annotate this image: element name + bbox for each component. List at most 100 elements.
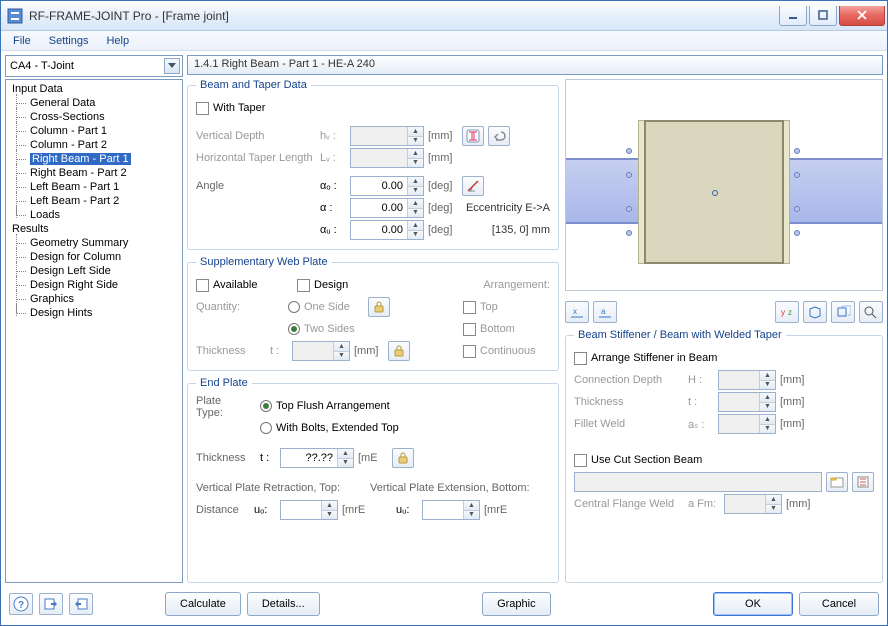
- svg-text:y: y: [781, 308, 785, 317]
- maximize-button[interactable]: [809, 6, 837, 26]
- use-cut-checkbox[interactable]: [574, 454, 587, 467]
- lock-icon[interactable]: [368, 297, 390, 317]
- export-button[interactable]: [69, 593, 93, 615]
- section-title: 1.4.1 Right Beam - Part 1 - HE-A 240: [187, 55, 883, 75]
- cancel-button[interactable]: Cancel: [799, 592, 879, 616]
- arr-continuous-checkbox[interactable]: [463, 345, 476, 358]
- view-yz-button[interactable]: yz: [775, 301, 799, 323]
- menu-help[interactable]: Help: [98, 33, 137, 49]
- web-plate-group: Supplementary Web Plate Available Design…: [187, 256, 559, 371]
- tree-item[interactable]: Graphics: [6, 292, 182, 306]
- tree-root-input[interactable]: Input Data: [6, 82, 182, 96]
- app-window: RF-FRAME-JOINT Pro - [Frame joint] File …: [0, 0, 888, 626]
- svg-text:?: ?: [18, 600, 24, 611]
- web-plate-legend: Supplementary Web Plate: [196, 256, 332, 268]
- svg-text:a: a: [601, 307, 606, 316]
- footer: ? Calculate Details... Graphic OK Cancel: [5, 587, 883, 621]
- beam-taper-legend: Beam and Taper Data: [196, 79, 311, 91]
- hlen-label: Horizontal Taper Length: [196, 152, 316, 164]
- tree-item[interactable]: General Data: [6, 96, 182, 110]
- revert-button[interactable]: [488, 126, 510, 146]
- svg-text:z: z: [788, 308, 792, 317]
- menu-settings[interactable]: Settings: [41, 33, 97, 49]
- details-button[interactable]: Details...: [247, 592, 320, 616]
- graphic-button[interactable]: Graphic: [482, 592, 551, 616]
- beam-taper-group: Beam and Taper Data With Taper Vertical …: [187, 79, 559, 250]
- with-taper-checkbox[interactable]: [196, 102, 209, 115]
- stiffener-legend: Beam Stiffener / Beam with Welded Taper: [574, 329, 786, 341]
- import-button[interactable]: [39, 593, 63, 615]
- ecc-label: Eccentricity E->A: [466, 202, 550, 214]
- angle-ao-input[interactable]: ▲▼: [350, 176, 424, 196]
- tree-root-results[interactable]: Results: [6, 222, 182, 236]
- pick-section-button[interactable]: [462, 126, 484, 146]
- arr-top-checkbox[interactable]: [463, 301, 476, 314]
- vdepth-input: ▲▼: [350, 126, 424, 146]
- window-title: RF-FRAME-JOINT Pro - [Frame joint]: [29, 9, 779, 23]
- ok-button[interactable]: OK: [713, 592, 793, 616]
- web-thickness-input: ▲▼: [292, 341, 350, 361]
- qty-two-radio[interactable]: [288, 323, 300, 335]
- case-combo-text: CA4 - T-Joint: [10, 60, 164, 72]
- view-a-button[interactable]: a: [593, 301, 617, 323]
- svg-text:x: x: [573, 307, 577, 316]
- tree-item[interactable]: Right Beam - Part 1: [6, 152, 182, 166]
- tree-item[interactable]: Design Right Side: [6, 278, 182, 292]
- stiff-as-input: ▲▼: [718, 414, 776, 434]
- section-info-button[interactable]: [852, 472, 874, 492]
- ep-uo-input[interactable]: ▲▼: [280, 500, 338, 520]
- arrange-stiff-checkbox[interactable]: [574, 352, 587, 365]
- close-button[interactable]: [839, 6, 885, 26]
- zoom-button[interactable]: [859, 301, 883, 323]
- preview-viewport[interactable]: [565, 79, 883, 291]
- angle-label: Angle: [196, 180, 316, 192]
- web-design-checkbox[interactable]: [297, 279, 310, 292]
- angle-pick-button[interactable]: [462, 176, 484, 196]
- nav-tree[interactable]: Input Data General DataCross-SectionsCol…: [5, 79, 183, 583]
- view-3d-button[interactable]: [831, 301, 855, 323]
- stiffener-group: Beam Stiffener / Beam with Welded Taper …: [565, 329, 883, 583]
- tree-item[interactable]: Left Beam - Part 1: [6, 180, 182, 194]
- stiff-H-input: ▲▼: [718, 370, 776, 390]
- angle-a-input[interactable]: ▲▼: [350, 198, 424, 218]
- with-taper-label: With Taper: [213, 102, 265, 114]
- tree-item[interactable]: Design for Column: [6, 250, 182, 264]
- titlebar: RF-FRAME-JOINT Pro - [Frame joint]: [1, 1, 887, 31]
- view-x-button[interactable]: x: [565, 301, 589, 323]
- cut-section-input: [574, 472, 822, 492]
- tree-item[interactable]: Cross-Sections: [6, 110, 182, 124]
- help-button[interactable]: ?: [9, 593, 33, 615]
- plate-bolts-ext-radio[interactable]: [260, 422, 272, 434]
- calculate-button[interactable]: Calculate: [165, 592, 241, 616]
- arr-bottom-checkbox[interactable]: [463, 323, 476, 336]
- tree-item[interactable]: Right Beam - Part 2: [6, 166, 182, 180]
- ep-uu-input[interactable]: ▲▼: [422, 500, 480, 520]
- view-iso-button[interactable]: [803, 301, 827, 323]
- lock-icon-2[interactable]: [388, 341, 410, 361]
- tree-item[interactable]: Design Hints: [6, 306, 182, 320]
- tree-item[interactable]: Loads: [6, 208, 182, 222]
- tree-item[interactable]: Geometry Summary: [6, 236, 182, 250]
- minimize-button[interactable]: [779, 6, 807, 26]
- qty-one-radio[interactable]: [288, 301, 300, 313]
- menu-file[interactable]: File: [5, 33, 39, 49]
- vdepth-label: Vertical Depth: [196, 130, 316, 142]
- end-plate-legend: End Plate: [196, 377, 252, 389]
- lock-icon-3[interactable]: [392, 448, 414, 468]
- cfw-input: ▲▼: [724, 494, 782, 514]
- chevron-down-icon[interactable]: [164, 58, 180, 74]
- app-icon: [7, 8, 23, 24]
- tree-item[interactable]: Column - Part 2: [6, 138, 182, 152]
- tree-item[interactable]: Design Left Side: [6, 264, 182, 278]
- ep-thickness-input[interactable]: ▲▼: [280, 448, 354, 468]
- case-combo[interactable]: CA4 - T-Joint: [5, 55, 183, 77]
- ecc-value: [135, 0] mm: [492, 224, 550, 236]
- plate-top-flush-radio[interactable]: [260, 400, 272, 412]
- hlen-input: ▲▼: [350, 148, 424, 168]
- angle-au-input[interactable]: ▲▼: [350, 220, 424, 240]
- tree-item[interactable]: Left Beam - Part 2: [6, 194, 182, 208]
- tree-item[interactable]: Column - Part 1: [6, 124, 182, 138]
- end-plate-group: End Plate Plate Type: Top Flush Arrangem…: [187, 377, 559, 583]
- browse-section-button[interactable]: [826, 472, 848, 492]
- web-available-checkbox[interactable]: [196, 279, 209, 292]
